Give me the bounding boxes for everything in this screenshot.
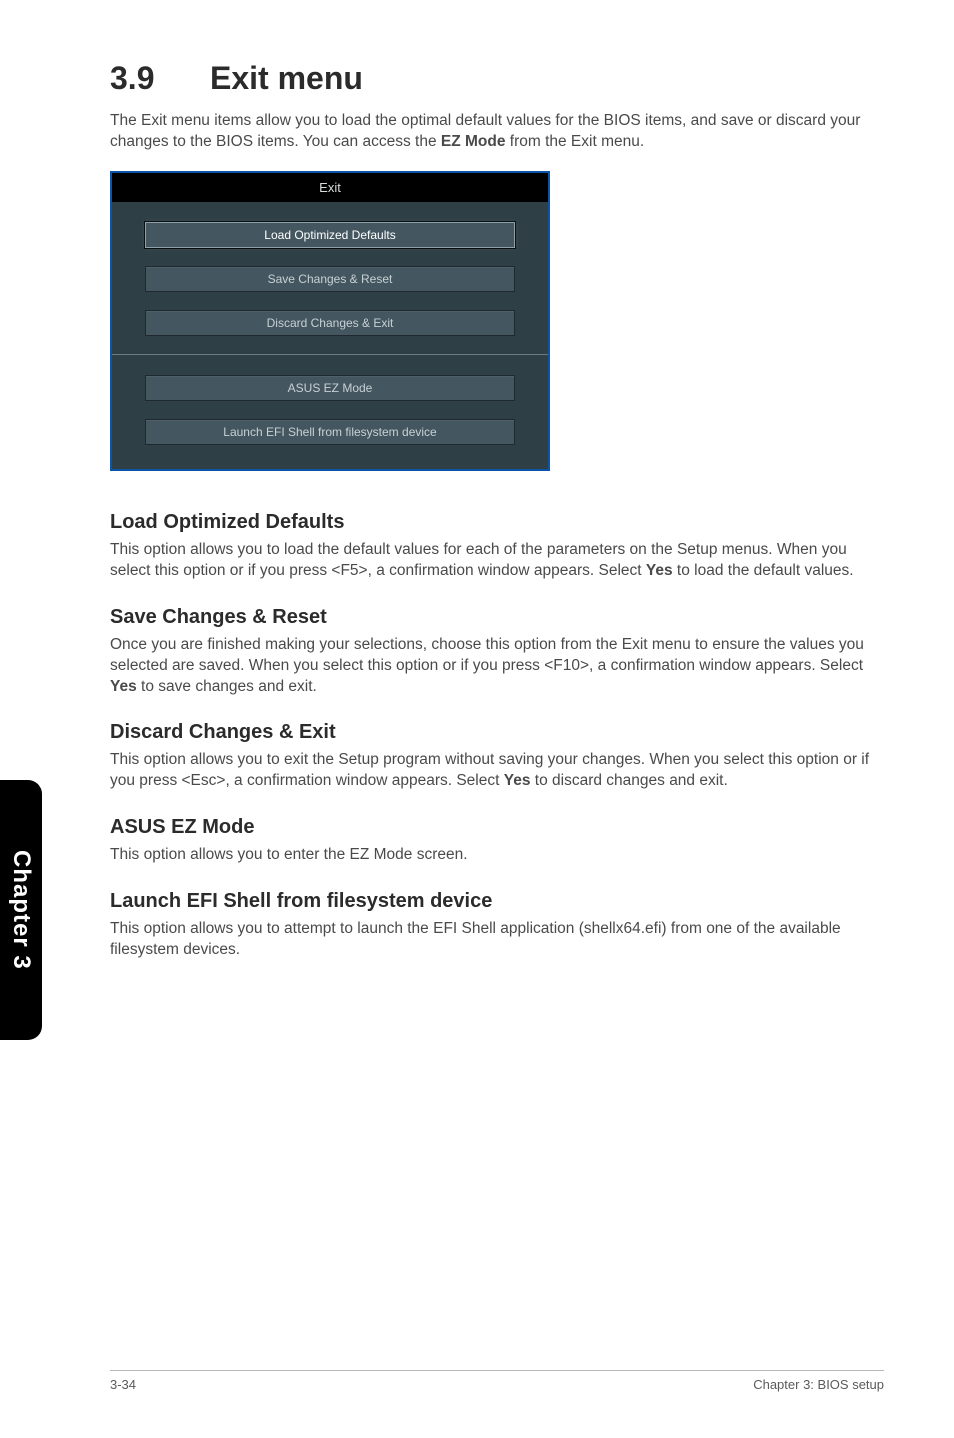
- chapter-side-tab-label: Chapter 3: [7, 850, 35, 970]
- section-heading: Discard Changes & Exit: [110, 721, 884, 744]
- section-text: Once you are finished making your select…: [110, 636, 864, 674]
- footer-page-number: 3-34: [110, 1377, 136, 1392]
- intro-bold: EZ Mode: [441, 133, 506, 150]
- section-heading: Launch EFI Shell from filesystem device: [110, 890, 884, 913]
- bios-menu-item[interactable]: Discard Changes & Exit: [145, 310, 515, 336]
- intro-paragraph: The Exit menu items allow you to load th…: [110, 111, 884, 153]
- footer-divider: [110, 1370, 884, 1371]
- page-heading: 3.9Exit menu: [110, 60, 884, 97]
- section-heading: ASUS EZ Mode: [110, 816, 884, 839]
- bios-menu-item[interactable]: ASUS EZ Mode: [145, 375, 515, 401]
- bios-separator: [112, 354, 548, 355]
- section-text: to load the default values.: [673, 562, 854, 579]
- section-text: to discard changes and exit.: [530, 772, 727, 789]
- bios-title-bar: Exit: [112, 173, 548, 202]
- bios-menu-item[interactable]: Save Changes & Reset: [145, 266, 515, 292]
- chapter-side-tab: Chapter 3: [0, 780, 42, 1040]
- section-body: This option allows you to exit the Setup…: [110, 750, 884, 792]
- section-body: This option allows you to enter the EZ M…: [110, 845, 884, 866]
- section-body: This option allows you to attempt to lau…: [110, 919, 884, 961]
- bios-menu-item[interactable]: Load Optimized Defaults: [145, 222, 515, 248]
- section-heading: Save Changes & Reset: [110, 606, 884, 629]
- footer-chapter-label: Chapter 3: BIOS setup: [753, 1377, 884, 1392]
- section-bold-text: Yes: [110, 678, 137, 695]
- section-text: This option allows you to enter the EZ M…: [110, 846, 468, 863]
- section-text: This option allows you to exit the Setup…: [110, 751, 869, 789]
- section-text: to save changes and exit.: [137, 678, 317, 695]
- section-bold-text: Yes: [646, 562, 673, 579]
- bios-menu-item[interactable]: Launch EFI Shell from filesystem device: [145, 419, 515, 445]
- intro-text-after: from the Exit menu.: [505, 133, 644, 150]
- heading-number: 3.9: [110, 60, 210, 97]
- bios-upper-group: Load Optimized Defaults Save Changes & Re…: [112, 222, 548, 336]
- section-bold-text: Yes: [504, 772, 531, 789]
- section-heading: Load Optimized Defaults: [110, 511, 884, 534]
- heading-title: Exit menu: [210, 60, 363, 96]
- section-body: Once you are finished making your select…: [110, 635, 884, 698]
- bios-exit-panel: Exit Load Optimized Defaults Save Changes…: [110, 171, 550, 471]
- page-footer: 3-34 Chapter 3: BIOS setup: [0, 1370, 954, 1392]
- section-text: This option allows you to attempt to lau…: [110, 920, 841, 958]
- bios-lower-group: ASUS EZ Mode Launch EFI Shell from filesy…: [112, 375, 548, 445]
- section-body: This option allows you to load the defau…: [110, 540, 884, 582]
